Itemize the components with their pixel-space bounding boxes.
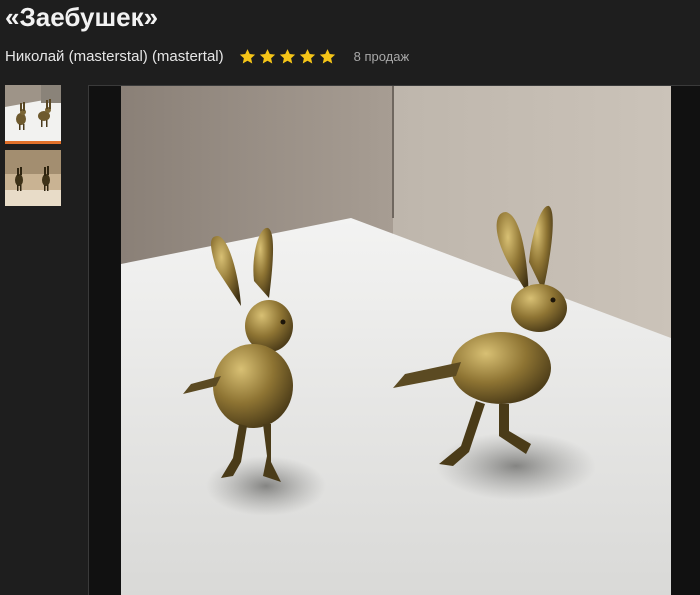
product-page: «Заебушек» Николай (masterstal) (mastert… bbox=[0, 0, 700, 595]
product-title: «Заебушек» bbox=[5, 2, 159, 32]
thumbnail-list bbox=[5, 85, 61, 212]
star-icon bbox=[299, 48, 315, 64]
thumbnail-2[interactable] bbox=[5, 150, 61, 206]
star-icon bbox=[239, 48, 255, 64]
photo-thumbnail-figurines-icon bbox=[5, 85, 61, 141]
thumbnail-1[interactable] bbox=[5, 85, 61, 144]
star-icon bbox=[319, 48, 335, 64]
brass-figurines-photo-icon bbox=[121, 86, 671, 595]
rating-stars bbox=[239, 48, 336, 65]
seller-name-link[interactable]: Николай (masterstal) (mastertal) bbox=[5, 48, 224, 65]
star-icon bbox=[279, 48, 295, 64]
sales-count[interactable]: 8 продаж bbox=[354, 49, 410, 64]
main-product-photo[interactable] bbox=[121, 86, 671, 595]
image-gallery bbox=[88, 85, 700, 595]
photo-thumbnail-figurines-warm-icon bbox=[5, 150, 61, 206]
seller-info-row: Николай (masterstal) (mastertal) 8 прода… bbox=[5, 44, 409, 68]
star-icon bbox=[259, 48, 275, 64]
